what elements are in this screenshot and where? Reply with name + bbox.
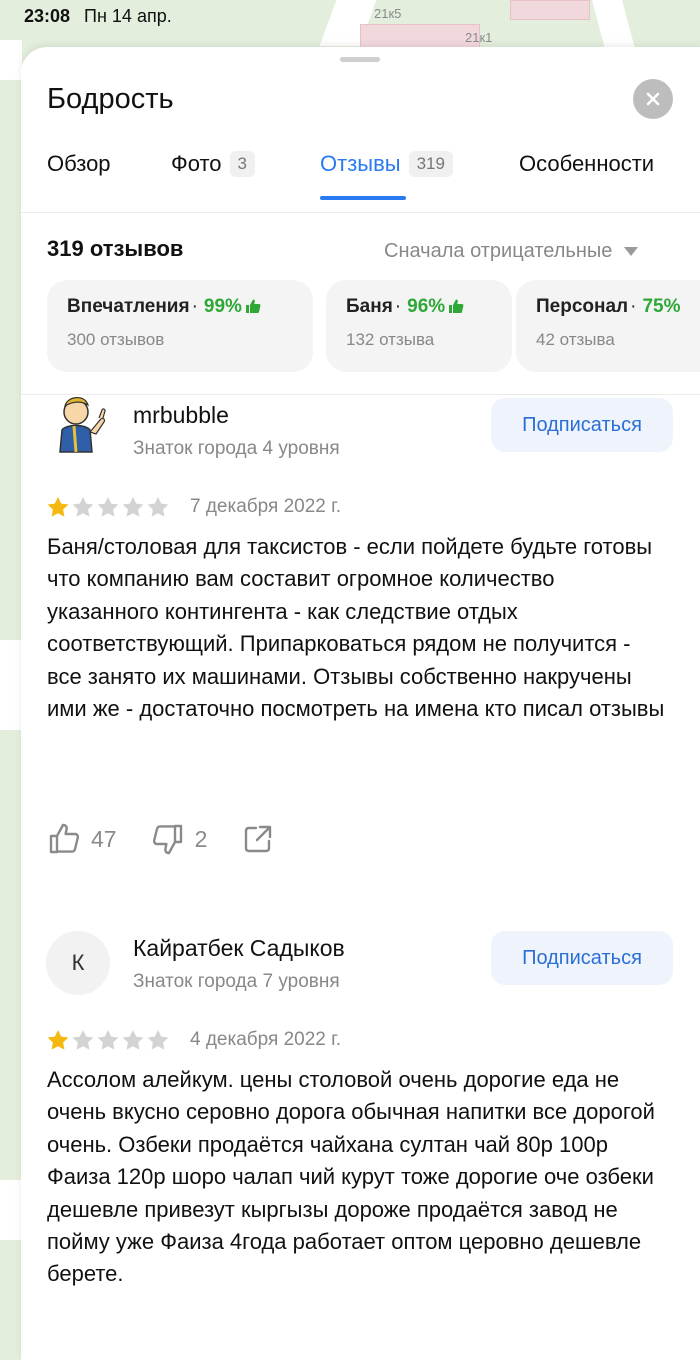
aspect-count: 132 отзыва [346,330,435,349]
like-button[interactable]: 47 [47,822,117,856]
review-author[interactable]: Кайратбек Садыков [133,935,345,962]
tab-photos[interactable]: Фото 3 [171,151,256,177]
thumbs-up-icon [49,823,80,854]
tab-label: Отзывы [320,151,401,176]
place-card-sheet: Бодрость Обзор Фото 3 Отзывы 319 Особенн… [21,47,700,1360]
close-button[interactable] [633,79,673,119]
aspect-percent: 99% [203,296,242,317]
chevron-down-icon [624,247,639,256]
author-level: Знаток города 4 уровня [133,438,340,459]
thumbs-down-icon [152,824,182,855]
tab-reviews[interactable]: Отзывы 319 [320,151,453,200]
star-filled-icon [47,497,69,517]
review-date: 7 декабря 2022 г. [190,496,342,517]
place-title: Бодрость [47,83,174,115]
reviews-count-heading: 319 отзывов [47,236,184,261]
active-tab-indicator [320,196,406,200]
star-empty-icon [72,1030,94,1050]
aspect-count: 42 отзыва [536,330,615,349]
aspect-chips: Впечатления · 99% 300 отзывов Баня · 96% 132… [47,280,700,374]
review-date: 4 декабря 2022 г. [190,1029,342,1050]
subscribe-button[interactable]: Подписаться [491,398,673,452]
aspect-percent: 96% [407,296,446,317]
star-empty-icon [97,497,119,517]
tab-count-badge: 319 [408,151,453,177]
aspect-chip[interactable]: Баня · 96% 132 отзыва [326,280,512,372]
thumbs-up-icon [245,299,261,313]
review-actions: 47 2 [47,822,275,856]
rating-stars [46,1029,171,1051]
review-text[interactable]: Ассолом алейкум. цены столовой очень дор… [47,1064,667,1291]
author-level: Знаток города 7 уровня [133,971,340,992]
avatar[interactable]: К [46,931,110,995]
tab-bar: Обзор Фото 3 Отзывы 319 Особенности [21,147,700,213]
star-filled-icon [47,1030,69,1050]
rating-stars [46,496,171,518]
tab-label: Обзор [47,151,111,176]
star-empty-icon [72,497,94,517]
vault-boy-avatar-icon [59,397,106,453]
star-empty-icon [147,1030,169,1050]
star-empty-icon [122,1030,144,1050]
star-empty-icon [147,497,169,517]
aspect-count: 300 отзывов [67,330,165,349]
status-date: Пн 14 апр. [84,6,172,26]
subscribe-button[interactable]: Подписаться [491,931,673,985]
tab-label: Особенности [519,151,655,176]
divider [21,394,700,395]
aspect-chip[interactable]: Впечатления · 99% 300 отзывов [47,280,313,372]
aspect-chip[interactable]: Персонал · 75% 42 отзыва [516,280,700,372]
review-author[interactable]: mrbubble [133,402,229,429]
sort-dropdown[interactable]: Сначала отрицательные [384,240,639,263]
avatar[interactable] [46,390,110,454]
review-text[interactable]: Баня/столовая для таксистов - если пойде… [47,531,667,725]
tab-label: Фото [171,151,222,176]
tab-count-badge: 3 [229,151,256,177]
status-bar: 23:08 Пн 14 апр. [24,6,172,27]
aspect-name: Впечатления [67,296,190,317]
sort-label: Сначала отрицательные [384,240,613,262]
sheet-grabber[interactable] [340,57,380,62]
aspect-name: Персонал [536,296,629,317]
like-count: 47 [91,825,117,852]
map-label: 21к5 [374,6,402,21]
tab-features[interactable]: Особенности [519,151,654,177]
map-label: 21к1 [465,30,493,45]
thumbs-up-icon [449,299,464,313]
star-empty-icon [97,1030,119,1050]
dislike-button[interactable]: 2 [151,822,208,856]
tab-overview[interactable]: Обзор [47,151,111,177]
close-icon [646,92,660,106]
share-icon [245,825,272,853]
dislike-count: 2 [194,825,208,852]
aspect-percent: 75% [642,296,681,317]
status-time: 23:08 [24,6,71,26]
aspect-name: Баня [346,296,393,317]
share-button[interactable] [241,822,275,856]
star-empty-icon [122,497,144,517]
